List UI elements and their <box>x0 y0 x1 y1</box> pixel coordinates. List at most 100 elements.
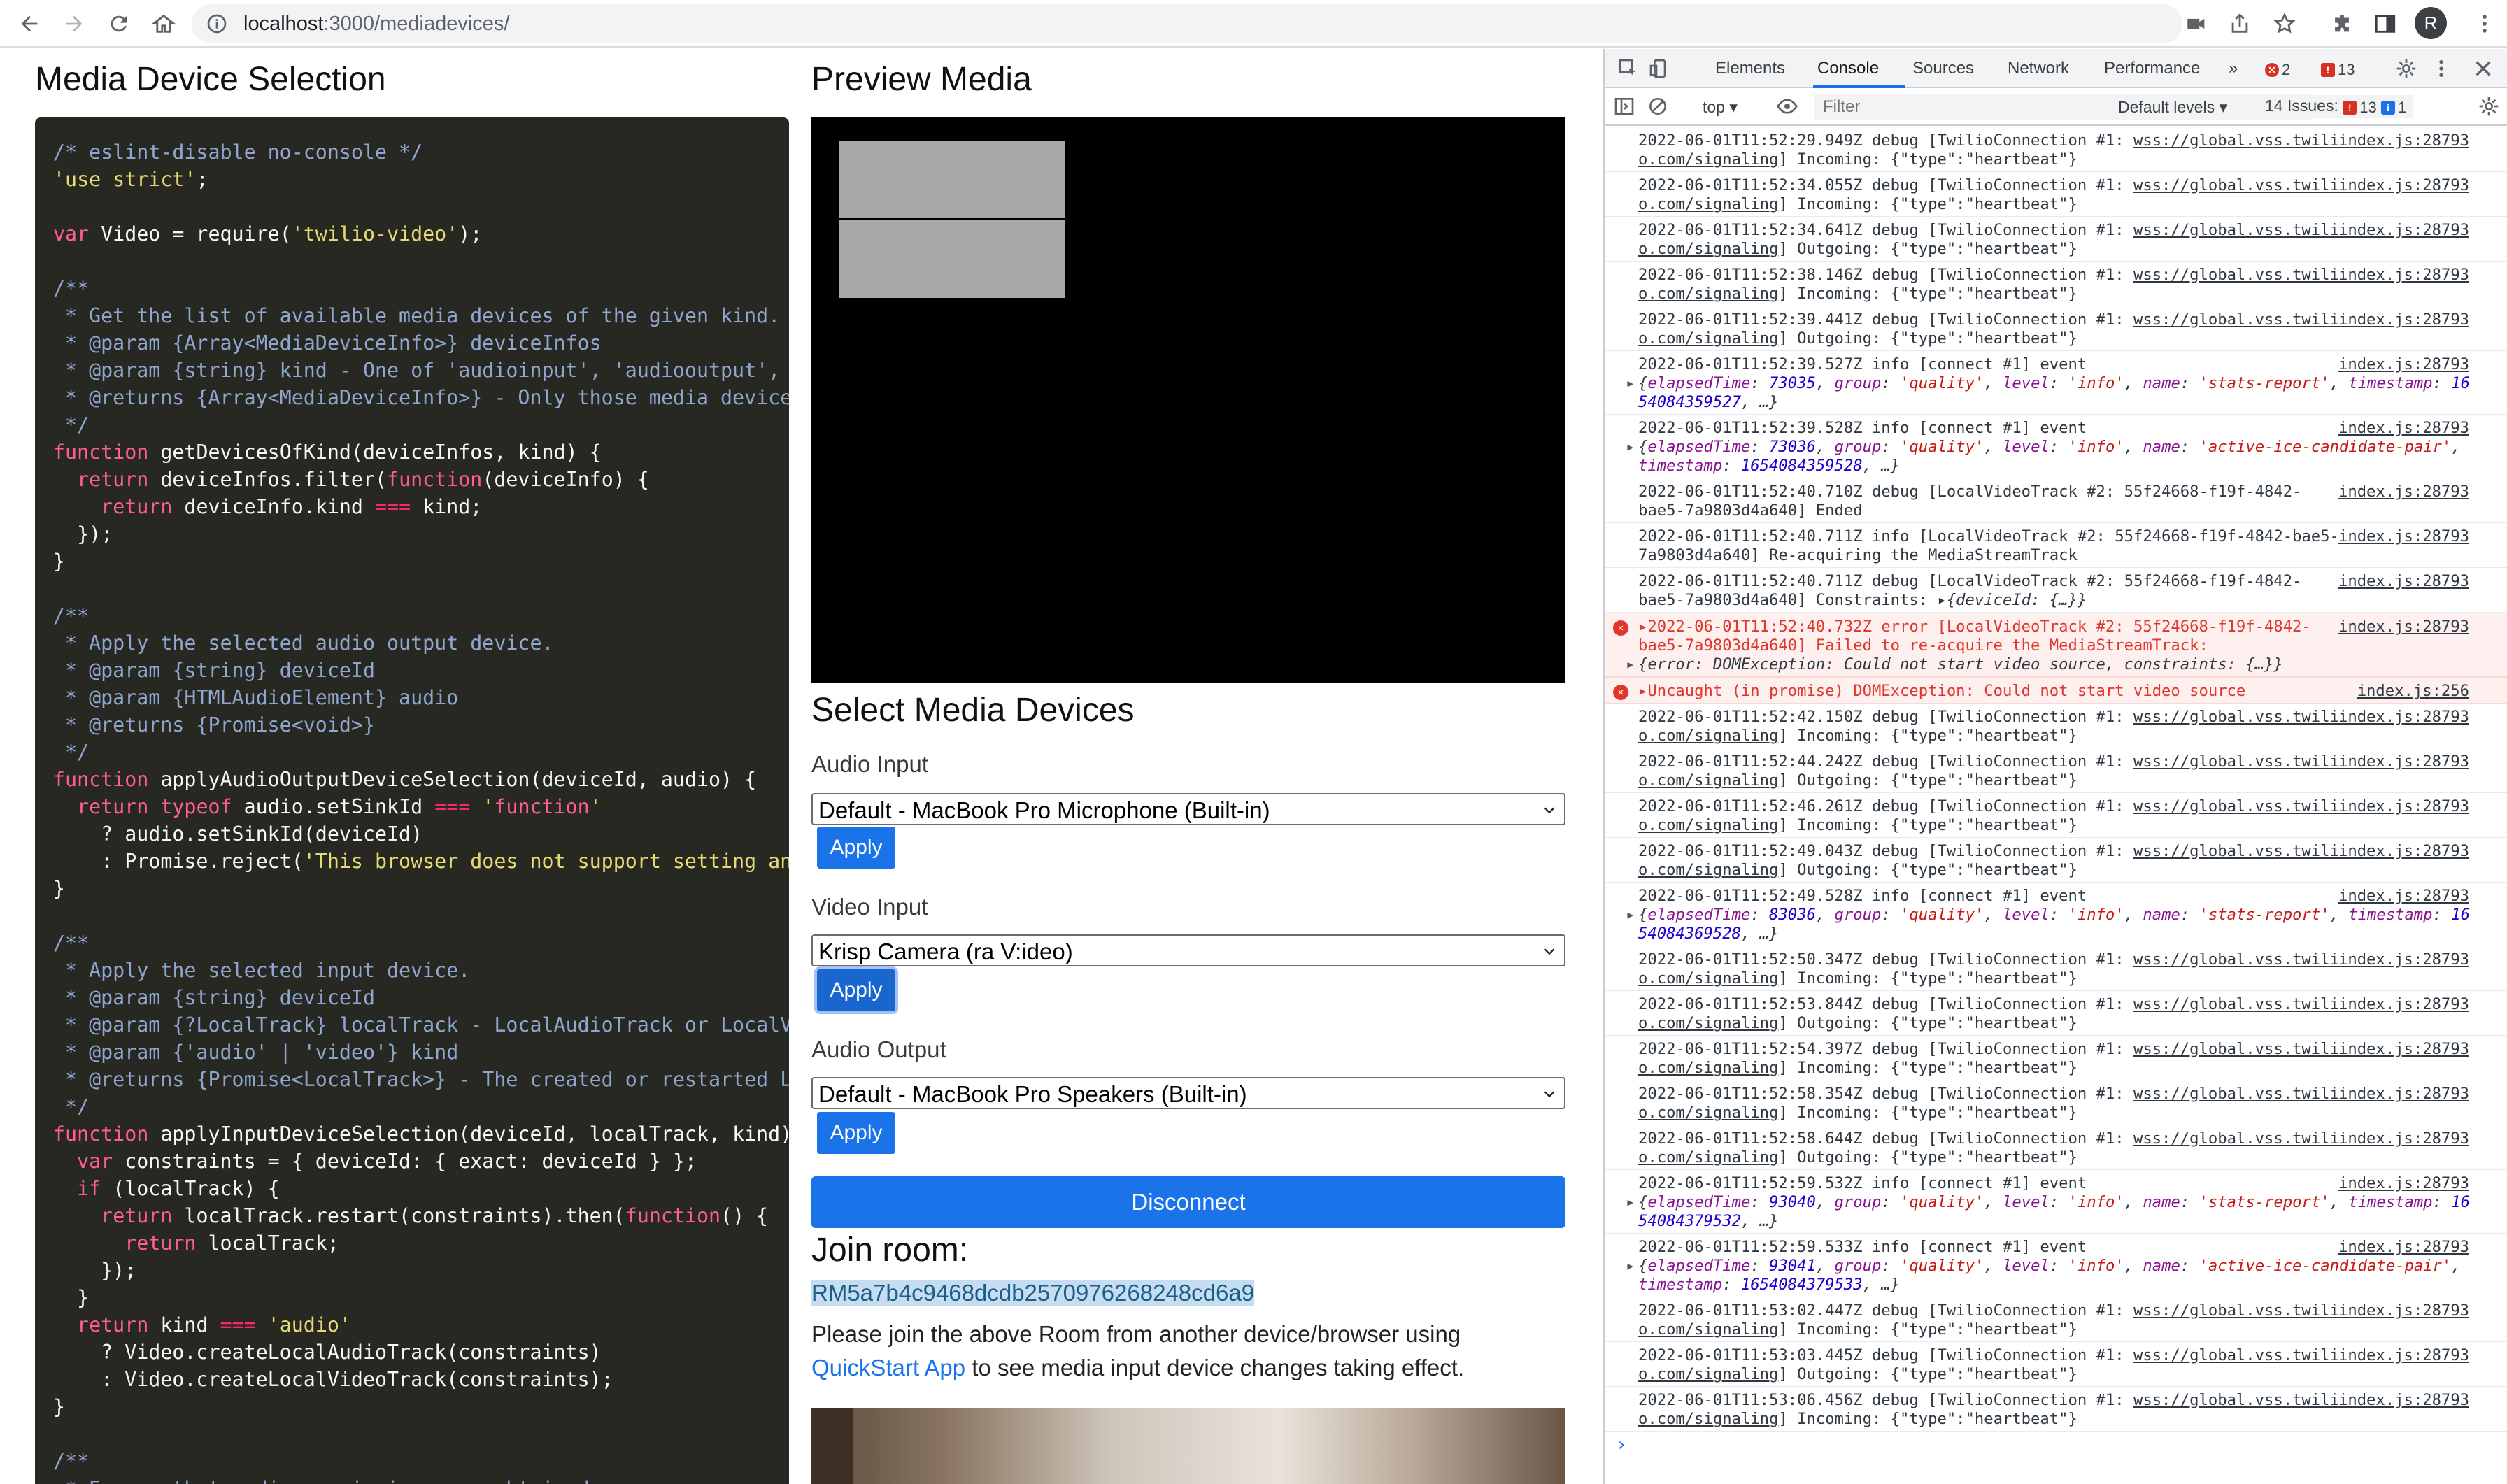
source-link[interactable]: index.js:28793 <box>2338 618 2469 636</box>
signaling-url-link[interactable]: o.com/signaling <box>1638 727 1778 745</box>
signaling-url-link[interactable]: o.com/signaling <box>1638 816 1778 834</box>
signaling-url-link[interactable]: wss://global.vss.twili <box>2133 995 2339 1013</box>
video-input-select[interactable]: Krisp Camera (ra V:ideo) <box>811 934 1565 966</box>
sidebar-toggle-icon[interactable] <box>1613 95 1635 117</box>
source-link[interactable]: index.js:28793 <box>2338 266 2469 285</box>
signaling-url-link[interactable]: wss://global.vss.twili <box>2133 1040 2339 1058</box>
tab-network[interactable]: Network <box>2008 59 2069 78</box>
source-link[interactable]: index.js:28793 <box>2338 221 2469 240</box>
signaling-url-link[interactable]: o.com/signaling <box>1638 195 1778 213</box>
expand-triangle-icon[interactable]: ▸ <box>1626 655 1638 674</box>
source-link[interactable]: index.js:28793 <box>2338 527 2469 546</box>
signaling-url-link[interactable]: o.com/signaling <box>1638 861 1778 879</box>
signaling-url-link[interactable]: wss://global.vss.twili <box>2133 131 2339 150</box>
inspect-element-icon[interactable] <box>1617 57 1640 80</box>
warning-counter[interactable]: ! 13 <box>2321 59 2355 79</box>
signaling-url-link[interactable]: o.com/signaling <box>1638 969 1778 987</box>
source-link[interactable]: index.js:28793 <box>2338 995 2469 1014</box>
error-counter[interactable]: ✕ 2 <box>2265 59 2290 79</box>
audio-output-select[interactable]: Default - MacBook Pro Speakers (Built-in… <box>811 1077 1565 1109</box>
console-filter-input[interactable] <box>1814 94 2313 120</box>
source-link[interactable]: index.js:28793 <box>2338 752 2469 771</box>
source-link[interactable]: index.js:28793 <box>2338 1391 2469 1410</box>
signaling-url-link[interactable]: o.com/signaling <box>1638 1059 1778 1077</box>
forward-button[interactable] <box>57 7 91 41</box>
signaling-url-link[interactable]: o.com/signaling <box>1638 150 1778 169</box>
context-selector[interactable]: top ▾ <box>1703 98 1738 117</box>
expand-triangle-icon[interactable]: ▸ <box>1626 438 1638 457</box>
bookmark-button[interactable] <box>2269 8 2300 39</box>
expand-triangle-icon[interactable]: ▸ <box>1626 906 1638 925</box>
log-levels-dropdown[interactable]: Default levels ▾ <box>2118 98 2227 117</box>
gear-icon[interactable] <box>2395 57 2417 80</box>
expand-triangle-icon[interactable]: ▸ <box>1626 1257 1638 1276</box>
source-link[interactable]: index.js:28793 <box>2338 176 2469 195</box>
tab-elements[interactable]: Elements <box>1715 59 1785 78</box>
console-prompt[interactable]: › <box>1616 1434 2507 1455</box>
console-settings-icon[interactable] <box>2478 95 2500 117</box>
source-link[interactable]: index.js:28793 <box>2338 131 2469 150</box>
signaling-url-link[interactable]: wss://global.vss.twili <box>2133 1391 2339 1409</box>
signaling-url-link[interactable]: wss://global.vss.twili <box>2133 311 2339 329</box>
source-link[interactable]: index.js:28793 <box>2338 708 2469 727</box>
quickstart-link[interactable]: QuickStart App <box>811 1355 965 1380</box>
share-button[interactable] <box>2224 8 2255 39</box>
source-link[interactable]: index.js:28793 <box>2338 1040 2469 1059</box>
signaling-url-link[interactable]: o.com/signaling <box>1638 1148 1778 1166</box>
signaling-url-link[interactable]: wss://global.vss.twili <box>2133 1085 2339 1103</box>
room-id[interactable]: RM5a7b4c9468dcdb2570976268248cd6a9 <box>811 1280 1255 1306</box>
address-bar[interactable]: localhost:3000/mediadevices/ <box>192 4 2182 43</box>
signaling-url-link[interactable]: wss://global.vss.twili <box>2133 1346 2339 1364</box>
signaling-url-link[interactable]: wss://global.vss.twili <box>2133 797 2339 815</box>
signaling-url-link[interactable]: wss://global.vss.twili <box>2133 842 2339 860</box>
source-link[interactable]: index.js:28793 <box>2338 572 2469 591</box>
signaling-url-link[interactable]: o.com/signaling <box>1638 771 1778 790</box>
source-link[interactable]: index.js:28793 <box>2338 887 2469 906</box>
back-button[interactable] <box>13 7 46 41</box>
profile-avatar[interactable]: R <box>2415 7 2447 39</box>
source-link[interactable]: index.js:256 <box>2357 682 2469 701</box>
camera-indicator[interactable] <box>2181 8 2212 39</box>
source-link[interactable]: index.js:28793 <box>2338 1238 2469 1257</box>
signaling-url-link[interactable]: wss://global.vss.twili <box>2133 950 2339 969</box>
audio-input-select[interactable]: Default - MacBook Pro Microphone (Built-… <box>811 793 1565 825</box>
issues-button[interactable]: 14 Issues: ! 13 i1 <box>2258 95 2414 118</box>
signaling-url-link[interactable]: o.com/signaling <box>1638 240 1778 258</box>
signaling-url-link[interactable]: wss://global.vss.twili <box>2133 752 2339 771</box>
source-link[interactable]: index.js:28793 <box>2338 419 2469 438</box>
source-link[interactable]: index.js:28793 <box>2338 1129 2469 1148</box>
source-link[interactable]: index.js:28793 <box>2338 355 2469 374</box>
tab-console[interactable]: Console <box>1817 59 1879 78</box>
signaling-url-link[interactable]: o.com/signaling <box>1638 285 1778 303</box>
side-panel-button[interactable] <box>2370 8 2401 39</box>
apply-audio-output-button[interactable]: Apply <box>817 1112 895 1154</box>
source-link[interactable]: index.js:28793 <box>2338 1346 2469 1365</box>
source-link[interactable]: index.js:28793 <box>2338 483 2469 501</box>
signaling-url-link[interactable]: o.com/signaling <box>1638 1104 1778 1122</box>
expand-triangle-icon[interactable]: ▸ <box>1626 1193 1638 1212</box>
tab-sources[interactable]: Sources <box>1912 59 1974 78</box>
signaling-url-link[interactable]: wss://global.vss.twili <box>2133 708 2339 726</box>
home-button[interactable] <box>147 7 180 41</box>
signaling-url-link[interactable]: o.com/signaling <box>1638 1365 1778 1383</box>
apply-audio-input-button[interactable]: Apply <box>817 827 895 869</box>
reload-button[interactable] <box>102 7 136 41</box>
source-link[interactable]: index.js:28793 <box>2338 842 2469 861</box>
extensions-button[interactable] <box>2327 8 2357 39</box>
expand-triangle-icon[interactable]: ▸ <box>1626 374 1638 393</box>
source-link[interactable]: index.js:28793 <box>2338 1301 2469 1320</box>
expand-triangle-icon[interactable]: ▸ <box>1638 618 1647 636</box>
close-icon[interactable] <box>2472 57 2494 80</box>
expand-triangle-icon[interactable]: ▸ <box>1937 591 1946 609</box>
source-link[interactable]: index.js:28793 <box>2338 797 2469 816</box>
signaling-url-link[interactable]: o.com/signaling <box>1638 1014 1778 1032</box>
apply-video-input-button[interactable]: Apply <box>817 969 895 1011</box>
signaling-url-link[interactable]: wss://global.vss.twili <box>2133 1129 2339 1148</box>
source-link[interactable]: index.js:28793 <box>2338 950 2469 969</box>
expand-triangle-icon[interactable]: ▸ <box>1638 682 1647 700</box>
clear-console-icon[interactable] <box>1647 95 1669 117</box>
signaling-url-link[interactable]: o.com/signaling <box>1638 329 1778 348</box>
signaling-url-link[interactable]: wss://global.vss.twili <box>2133 266 2339 284</box>
signaling-url-link[interactable]: wss://global.vss.twili <box>2133 176 2339 194</box>
info-icon[interactable] <box>206 13 228 35</box>
